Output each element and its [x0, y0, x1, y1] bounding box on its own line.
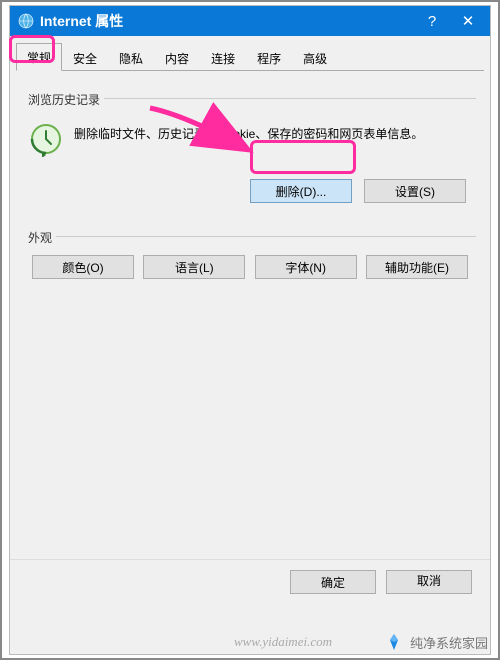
ok-button[interactable]: 确定	[290, 570, 376, 594]
tab-content[interactable]: 内容	[154, 44, 200, 71]
tab-strip: 常规 安全 隐私 内容 连接 程序 高级	[16, 42, 484, 71]
appearance-group-label: 外观	[24, 229, 56, 246]
dialog-window: Internet 属性 ? ✕ 常规 安全 隐私 内容 连接 程序 高级 浏览历…	[9, 5, 491, 655]
watermark-logo-icon	[384, 632, 404, 652]
language-button[interactable]: 语言(L)	[143, 255, 245, 279]
watermark: 纯净系统家园	[384, 632, 488, 652]
accessibility-button[interactable]: 辅助功能(E)	[366, 255, 468, 279]
window-controls: ? ✕	[414, 6, 486, 36]
titlebar[interactable]: Internet 属性 ? ✕	[10, 6, 490, 36]
tab-connections[interactable]: 连接	[200, 44, 246, 71]
globe-icon	[18, 13, 34, 29]
cancel-button[interactable]: 取消	[386, 570, 472, 594]
history-group-label: 浏览历史记录	[24, 91, 104, 108]
tab-privacy[interactable]: 隐私	[108, 44, 154, 71]
history-group: 删除临时文件、历史记录、Cookie、保存的密码和网页表单信息。 删除(D)..…	[24, 98, 476, 213]
font-button[interactable]: 字体(N)	[255, 255, 357, 279]
history-icon	[28, 121, 64, 157]
tab-panel: 浏览历史记录 删除临时文件、历史记录、Cookie、保存的密码和网页表单信息。 …	[10, 71, 490, 309]
tab-programs[interactable]: 程序	[246, 44, 292, 71]
settings-button[interactable]: 设置(S)	[364, 179, 466, 203]
tab-security[interactable]: 安全	[62, 44, 108, 71]
dialog-footer: 确定 取消	[10, 559, 490, 604]
delete-button[interactable]: 删除(D)...	[250, 179, 352, 203]
tab-advanced[interactable]: 高级	[292, 44, 338, 71]
window-title: Internet 属性	[40, 11, 414, 31]
close-button[interactable]: ✕	[450, 6, 486, 36]
watermark-url: www.yidaimei.com	[234, 634, 332, 650]
appearance-group: 颜色(O) 语言(L) 字体(N) 辅助功能(E)	[24, 236, 476, 289]
color-button[interactable]: 颜色(O)	[32, 255, 134, 279]
history-description: 删除临时文件、历史记录、Cookie、保存的密码和网页表单信息。	[74, 121, 423, 157]
help-button[interactable]: ?	[414, 6, 450, 36]
watermark-text: 纯净系统家园	[410, 633, 488, 652]
tab-general[interactable]: 常规	[16, 43, 62, 71]
